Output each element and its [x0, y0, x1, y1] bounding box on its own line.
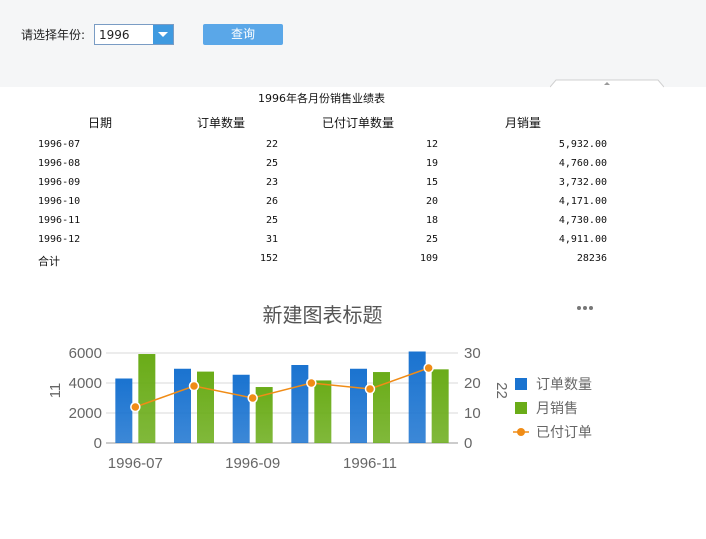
bar-1 — [431, 369, 449, 443]
cell-monthly-sales: 4,760.00 — [558, 158, 607, 169]
cell-paid-orders: 12 — [425, 139, 438, 150]
y-right-tick-label: 0 — [464, 435, 472, 452]
cell-monthly-sales: 5,932.00 — [558, 139, 607, 150]
bar-0 — [350, 368, 367, 443]
bar-0 — [115, 378, 133, 443]
y-left-tick-label: 2000 — [69, 405, 102, 422]
legend-marker — [517, 428, 525, 436]
x-tick-label: 1996-09 — [225, 455, 280, 472]
collapse-toggle-icon[interactable] — [550, 79, 664, 88]
header-paid-orders: 已付订单数量 — [322, 116, 395, 130]
query-button[interactable]: 查询 — [203, 24, 283, 45]
table-row: 1996-09 23 15 3,732.00 — [0, 177, 706, 196]
cell-order-count: 25 — [265, 158, 278, 169]
table-row: 1996-08 25 19 4,760.00 — [0, 158, 706, 177]
bar-1 — [197, 371, 214, 443]
y-left-axis-label: 11 — [47, 383, 64, 399]
cell-paid-orders: 15 — [425, 177, 438, 188]
total-order-count: 152 — [259, 253, 278, 264]
bar-0 — [291, 365, 309, 443]
y-left-tick-label: 4000 — [69, 375, 102, 392]
line-point — [130, 401, 141, 413]
year-label: 请选择年份: — [21, 28, 86, 42]
cell-paid-orders: 20 — [425, 196, 438, 207]
cell-paid-orders: 25 — [425, 234, 438, 245]
legend-swatch — [515, 378, 527, 390]
y-right-tick-label: 20 — [464, 375, 481, 392]
cell-monthly-sales: 4,730.00 — [558, 215, 607, 226]
cell-paid-orders: 18 — [425, 215, 438, 226]
cell-date: 1996-08 — [38, 158, 81, 169]
chevron-down-icon[interactable] — [153, 25, 173, 44]
x-tick-label: 1996-07 — [108, 455, 163, 472]
cell-order-count: 25 — [265, 215, 278, 226]
cell-date: 1996-07 — [38, 139, 81, 150]
cell-order-count: 22 — [265, 139, 278, 150]
table-row: 1996-10 26 20 4,171.00 — [0, 196, 706, 215]
combo-chart: 0 2000 4000 6000 0 10 20 30 11 22 1996-07 1996-09 19… — [47, 345, 592, 472]
header-monthly-sales: 月销量 — [505, 116, 542, 130]
cell-order-count: 31 — [265, 234, 278, 245]
total-monthly-sales: 28236 — [576, 253, 607, 264]
bar-0 — [408, 351, 426, 443]
y-right-tick-label: 10 — [464, 405, 481, 422]
year-select[interactable]: 1996 — [94, 24, 174, 45]
total-paid-orders: 109 — [419, 253, 438, 264]
line-point — [364, 383, 376, 395]
header-date: 日期 — [88, 116, 113, 130]
line-point — [306, 377, 317, 389]
cell-date: 1996-10 — [38, 196, 81, 207]
bar-0 — [232, 374, 250, 443]
table-row: 1996-07 22 12 5,932.00 — [0, 139, 706, 158]
legend-swatch — [515, 402, 527, 414]
cell-date: 1996-11 — [38, 215, 81, 226]
y-right-axis-label: 22 — [493, 382, 510, 399]
y-right-tick-label: 30 — [464, 345, 481, 362]
line-point — [423, 362, 434, 374]
cell-paid-orders: 19 — [425, 158, 438, 169]
line-point — [247, 392, 258, 404]
table-row: 1996-12 31 25 4,911.00 — [0, 234, 706, 253]
header-order-count: 订单数量 — [197, 116, 246, 130]
cell-date: 1996-09 — [38, 177, 81, 188]
line-point — [188, 380, 200, 392]
report-title: 1996年各月份销售业绩表 — [258, 92, 385, 105]
cell-monthly-sales: 3,732.00 — [558, 177, 607, 188]
bar-0 — [174, 368, 191, 443]
legend-label: 订单数量 — [536, 376, 592, 392]
cell-monthly-sales: 4,911.00 — [558, 234, 607, 245]
cell-monthly-sales: 4,171.00 — [558, 196, 607, 207]
cell-order-count: 26 — [265, 196, 278, 207]
year-select-value[interactable]: 1996 — [99, 28, 130, 42]
y-left-tick-label: 6000 — [69, 345, 102, 362]
table-total-row: 合计 152 109 28236 — [0, 253, 706, 272]
y-left-tick-label: 0 — [94, 435, 102, 452]
legend-label: 月销售 — [536, 400, 578, 416]
parameter-toolbar: 请选择年份: 1996 查询 — [0, 0, 706, 88]
legend-label: 已付订单 — [536, 424, 592, 440]
cell-order-count: 23 — [265, 177, 278, 188]
x-tick-label: 1996-11 — [343, 455, 397, 472]
cell-date: 1996-12 — [38, 234, 81, 245]
table-row: 1996-11 25 18 4,730.00 — [0, 215, 706, 234]
total-label: 合计 — [38, 256, 60, 268]
more-options-icon[interactable] — [576, 300, 596, 316]
bar-1 — [138, 354, 156, 443]
bar-1 — [314, 380, 332, 443]
